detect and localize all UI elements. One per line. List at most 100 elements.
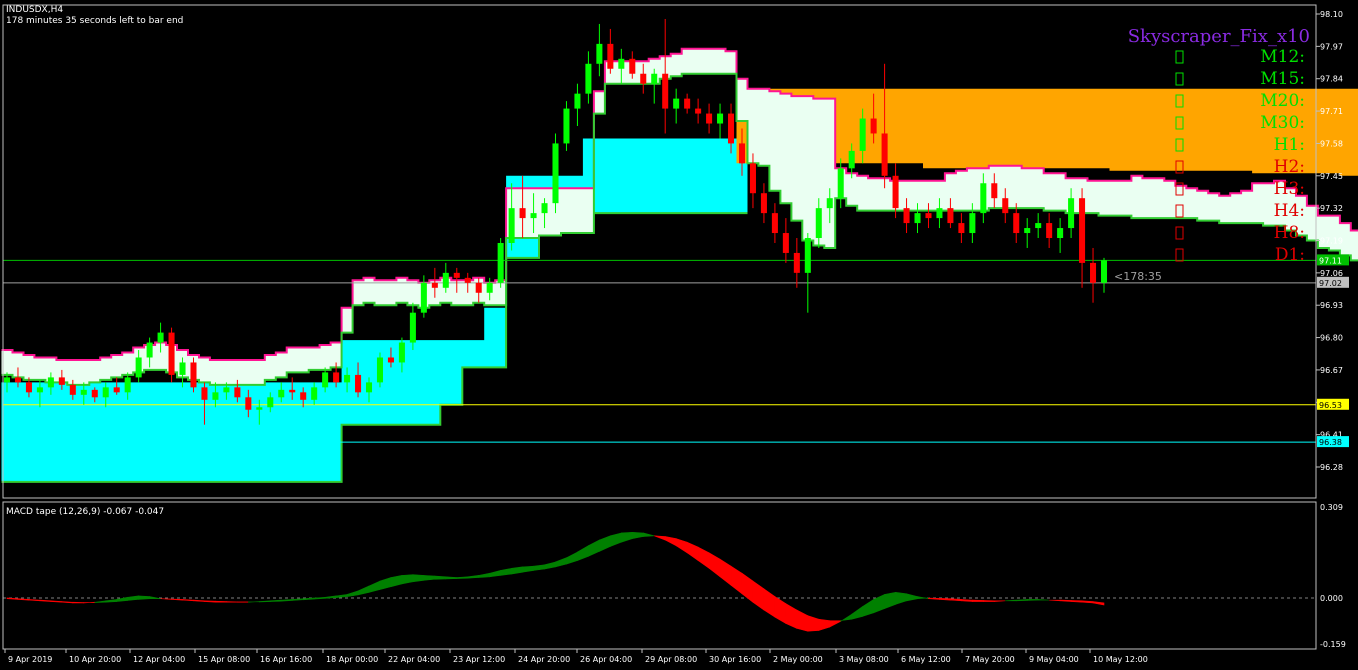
candle-body bbox=[409, 312, 416, 343]
candle-body bbox=[1068, 198, 1075, 229]
candle-body bbox=[826, 198, 833, 209]
candle-body bbox=[420, 282, 427, 313]
y-tick-label: 97.58 bbox=[1320, 139, 1343, 148]
candle-body bbox=[969, 213, 976, 234]
candle-body bbox=[322, 372, 329, 388]
candle-body bbox=[848, 150, 855, 169]
timeframe-label: H3: bbox=[1274, 179, 1305, 199]
candle-body bbox=[760, 193, 767, 214]
timeframe-label: M20: bbox=[1260, 91, 1305, 111]
candle-body bbox=[442, 272, 449, 288]
candle-body bbox=[695, 108, 702, 114]
x-tick-label: 23 Apr 12:00 bbox=[453, 655, 505, 664]
x-tick-label: 7 May 20:00 bbox=[965, 655, 1015, 664]
y-tick-label: 96.93 bbox=[1320, 301, 1343, 310]
candle-body bbox=[91, 389, 98, 398]
candle-body bbox=[892, 175, 899, 209]
price-chart[interactable]: 0.309 0.000 -0.159 98.10 97.97 97.84 97.71 97.… bbox=[0, 0, 1358, 670]
candle-body bbox=[157, 332, 164, 343]
x-tick-label: 12 Apr 04:00 bbox=[133, 655, 185, 664]
candle-body bbox=[453, 272, 460, 278]
candle-body bbox=[245, 397, 252, 410]
candle-body bbox=[289, 389, 296, 393]
candle-body bbox=[387, 357, 394, 363]
price-badge-label: 97.02 bbox=[1319, 279, 1342, 288]
candle bbox=[168, 327, 175, 383]
x-tick-label: 9 Apr 2019 bbox=[8, 655, 52, 664]
symbol-label: INDUSDX,H4 bbox=[6, 5, 63, 15]
candle bbox=[563, 101, 570, 151]
candle-body bbox=[980, 183, 987, 214]
timeframe-label: H8: bbox=[1274, 223, 1305, 243]
x-tick-label: 3 May 08:00 bbox=[839, 655, 889, 664]
macd-tape-segment bbox=[434, 575, 447, 580]
candle-body bbox=[936, 208, 943, 219]
timeframe-label: H4: bbox=[1274, 201, 1305, 221]
candle-body bbox=[1057, 228, 1064, 239]
y-tick-label: 97.06 bbox=[1320, 269, 1343, 278]
macd-tape-segment bbox=[215, 600, 227, 603]
candle-body bbox=[256, 407, 263, 410]
candle-body bbox=[585, 63, 592, 94]
candle-body bbox=[212, 392, 219, 400]
candle-body bbox=[903, 208, 910, 224]
candle-body bbox=[267, 397, 274, 408]
candle-body bbox=[344, 374, 351, 383]
candle-body bbox=[102, 387, 109, 398]
candle-body bbox=[311, 387, 318, 400]
candle bbox=[552, 133, 559, 214]
candle-body bbox=[1024, 228, 1031, 234]
macd-tape-segment bbox=[1026, 599, 1039, 601]
candle-body bbox=[355, 374, 362, 393]
macd-tape-segment bbox=[983, 600, 995, 602]
candle-body bbox=[651, 73, 658, 84]
x-tick-label: 2 May 00:00 bbox=[773, 655, 823, 664]
candle-body bbox=[146, 342, 153, 358]
candle-body bbox=[749, 163, 756, 194]
macd-tape-segment bbox=[226, 601, 238, 603]
macd-tape-segment bbox=[1081, 600, 1094, 604]
macd-tape-segment bbox=[83, 601, 96, 604]
macd-tape-segment bbox=[445, 576, 458, 580]
macd-tape-segment bbox=[248, 601, 260, 603]
candle-body bbox=[497, 242, 504, 283]
candle-body bbox=[365, 382, 373, 393]
candle-body bbox=[771, 213, 778, 234]
candle-body bbox=[914, 213, 921, 224]
x-tick-label: 16 Apr 16:00 bbox=[260, 655, 312, 664]
candle bbox=[497, 238, 504, 288]
candle-body bbox=[530, 213, 537, 219]
price-badge: 97.02 bbox=[1317, 276, 1349, 288]
candle-body bbox=[464, 277, 471, 283]
candle-body bbox=[1013, 213, 1020, 234]
candle-body bbox=[618, 58, 625, 69]
y-tick-label: 96.67 bbox=[1320, 366, 1343, 375]
macd-tape-segment bbox=[950, 598, 962, 602]
timeframe-label: H1: bbox=[1274, 135, 1305, 155]
price-badge: 96.53 bbox=[1317, 398, 1349, 410]
candle-body bbox=[782, 233, 789, 253]
x-tick-label: 10 May 12:00 bbox=[1093, 655, 1148, 664]
timeframe-label: D1: bbox=[1275, 245, 1305, 265]
candle-body bbox=[398, 342, 405, 363]
x-tick-label: 29 Apr 08:00 bbox=[645, 655, 697, 664]
candle-body bbox=[376, 357, 383, 383]
countdown-label: <178:35 bbox=[1114, 270, 1162, 283]
timeframe-label: M30: bbox=[1260, 113, 1305, 133]
candle-body bbox=[69, 384, 76, 395]
candle-body bbox=[508, 208, 515, 243]
candle-body bbox=[190, 362, 197, 388]
candle-body bbox=[234, 387, 241, 398]
candle-body bbox=[859, 118, 866, 151]
candle-body bbox=[1090, 262, 1097, 283]
x-tick-label: 9 May 04:00 bbox=[1029, 655, 1079, 664]
candle-body bbox=[991, 183, 998, 199]
timeframe-label: M12: bbox=[1260, 47, 1305, 67]
candle-body bbox=[881, 133, 888, 176]
candle bbox=[376, 352, 383, 388]
price-badge: 96.38 bbox=[1317, 436, 1349, 448]
candle-body bbox=[1046, 223, 1053, 239]
macd-tick-label: 0.309 bbox=[1320, 503, 1343, 512]
macd-tape-segment bbox=[961, 599, 973, 602]
candle-body bbox=[552, 143, 559, 204]
